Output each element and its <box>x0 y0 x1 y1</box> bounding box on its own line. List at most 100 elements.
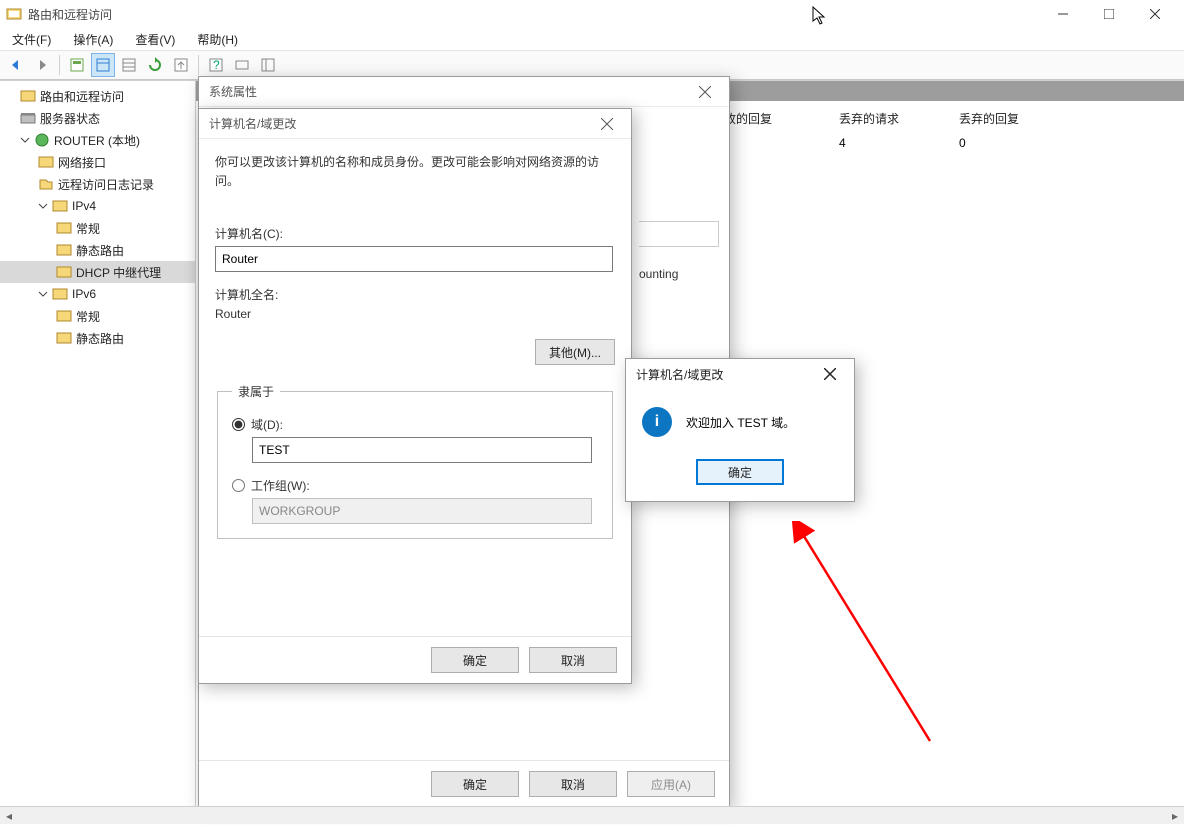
domain-radio[interactable]: 域(D): <box>232 416 598 433</box>
tree-ipv6-general[interactable]: 常规 <box>0 305 195 327</box>
log-icon <box>38 176 54 192</box>
chevron-down-icon[interactable] <box>36 199 50 213</box>
tree-router[interactable]: ROUTER (本地) <box>0 129 195 151</box>
member-of-group: 隶属于 域(D): 工作组(W): <box>217 383 613 539</box>
workgroup-input <box>252 498 592 524</box>
menu-file[interactable]: 文件(F) <box>8 29 55 50</box>
tree-label: 常规 <box>76 308 100 325</box>
sysprops-cancel-button[interactable]: 取消 <box>529 771 617 797</box>
tb-export-button[interactable] <box>169 53 193 77</box>
rename-ok-button[interactable]: 确定 <box>431 647 519 673</box>
titlebar: 路由和远程访问 <box>0 0 1184 28</box>
computer-name-input[interactable] <box>215 246 613 272</box>
tree-netif[interactable]: 网络接口 <box>0 151 195 173</box>
menubar: 文件(F) 操作(A) 查看(V) 帮助(H) <box>0 28 1184 50</box>
rename-buttons: 确定 取消 <box>199 636 631 683</box>
rename-body: 你可以更改该计算机的名称和成员身份。更改可能会影响对网络资源的访问。 计算机名(… <box>199 139 631 633</box>
menu-view[interactable]: 查看(V) <box>131 29 179 50</box>
menu-action[interactable]: 操作(A) <box>69 29 117 50</box>
chevron-down-icon[interactable] <box>18 133 32 147</box>
tree-ipv6-static[interactable]: 静态路由 <box>0 327 195 349</box>
tree-pane: 路由和远程访问 服务器状态 ROUTER (本地) 网络接口 远程访问日志记录 … <box>0 81 196 806</box>
tree-root[interactable]: 路由和远程访问 <box>0 85 195 107</box>
tree-label: 网络接口 <box>58 154 106 171</box>
window-title: 路由和远程访问 <box>28 6 1040 23</box>
tree-label: ROUTER (本地) <box>54 132 140 149</box>
tb-view-button[interactable] <box>91 53 115 77</box>
sysprops-ok-button[interactable]: 确定 <box>431 771 519 797</box>
cell-drop-reply: 0 <box>951 133 974 153</box>
sysprops-title: 系统属性 <box>209 83 691 100</box>
msgbox-ok-button[interactable]: 确定 <box>696 459 784 485</box>
domain-input[interactable] <box>252 437 592 463</box>
close-button[interactable] <box>1132 0 1178 28</box>
tb-tool2-button[interactable] <box>256 53 280 77</box>
app-icon <box>6 6 22 22</box>
close-icon[interactable] <box>816 360 844 388</box>
svg-text:?: ? <box>213 58 220 72</box>
static-route-icon <box>56 242 72 258</box>
tb-refresh-button[interactable] <box>143 53 167 77</box>
sysprops-apply-button[interactable]: 应用(A) <box>627 771 715 797</box>
expander-icon <box>4 89 18 103</box>
msgbox-buttons: 确定 <box>626 459 854 501</box>
toolbar-separator <box>59 55 60 75</box>
tree-root-label: 路由和远程访问 <box>40 88 124 105</box>
tree-ipv4-static[interactable]: 静态路由 <box>0 239 195 261</box>
computer-name-label: 计算机名(C): <box>215 225 615 242</box>
tree-ipv4[interactable]: IPv4 <box>0 195 195 217</box>
tree-server-status[interactable]: 服务器状态 <box>0 107 195 129</box>
workgroup-radio-label: 工作组(W): <box>251 477 310 494</box>
scroll-left-icon[interactable]: ◂ <box>0 807 18 825</box>
menu-help[interactable]: 帮助(H) <box>193 29 242 50</box>
nav-forward-button[interactable] <box>30 53 54 77</box>
domain-radio-input[interactable] <box>232 418 245 431</box>
scroll-right-icon[interactable]: ▸ <box>1166 807 1184 825</box>
nav-back-button[interactable] <box>4 53 28 77</box>
toolbar-separator-2 <box>198 55 199 75</box>
tree-ipv4-dhcp-relay[interactable]: DHCP 中继代理 <box>0 261 195 283</box>
tree-remotelog[interactable]: 远程访问日志记录 <box>0 173 195 195</box>
tb-tool-button[interactable] <box>230 53 254 77</box>
cell-drop-req: 4 <box>831 133 854 153</box>
tb-detail-button[interactable] <box>117 53 141 77</box>
general-icon <box>56 308 72 324</box>
horizontal-scrollbar[interactable]: ◂ ▸ <box>0 806 1184 824</box>
msgbox-titlebar[interactable]: 计算机名/域更改 <box>626 359 854 389</box>
tree-label: IPv4 <box>72 199 96 213</box>
tree-label: IPv6 <box>72 287 96 301</box>
maximize-button[interactable] <box>1086 0 1132 28</box>
rename-title: 计算机名/域更改 <box>209 115 593 132</box>
tree-ipv4-general[interactable]: 常规 <box>0 217 195 239</box>
fullname-value: Router <box>215 307 615 321</box>
tree-label: 常规 <box>76 220 100 237</box>
other-button[interactable]: 其他(M)... <box>535 339 615 365</box>
tree-label: DHCP 中继代理 <box>76 264 161 281</box>
hidden-input-fragment <box>639 221 719 247</box>
tb-help-button[interactable]: ? <box>204 53 228 77</box>
workgroup-radio-input[interactable] <box>232 479 245 492</box>
tree-label: 静态路由 <box>76 330 124 347</box>
close-icon[interactable] <box>593 110 621 138</box>
server-icon <box>20 88 36 104</box>
rename-titlebar[interactable]: 计算机名/域更改 <box>199 109 631 139</box>
sysprops-titlebar[interactable]: 系统属性 <box>199 77 729 107</box>
ipv6-icon <box>52 286 68 302</box>
tree-label: 静态路由 <box>76 242 124 259</box>
tree-label: 远程访问日志记录 <box>58 176 154 193</box>
window-controls <box>1040 0 1178 28</box>
workgroup-radio[interactable]: 工作组(W): <box>232 477 598 494</box>
sysprops-buttons: 确定 取消 应用(A) <box>199 760 729 807</box>
minimize-button[interactable] <box>1040 0 1086 28</box>
static-route-icon <box>56 330 72 346</box>
ipv4-icon <box>52 198 68 214</box>
tb-properties-button[interactable] <box>65 53 89 77</box>
col-drop-reply[interactable]: 丢弃的回复 <box>951 107 1027 130</box>
close-icon[interactable] <box>691 78 719 106</box>
col-drop-req[interactable]: 丢弃的请求 <box>831 107 907 130</box>
tree-ipv6[interactable]: IPv6 <box>0 283 195 305</box>
rename-cancel-button[interactable]: 取消 <box>529 647 617 673</box>
partial-text: ounting <box>639 267 678 281</box>
chevron-down-icon[interactable] <box>36 287 50 301</box>
info-icon: i <box>642 407 672 437</box>
